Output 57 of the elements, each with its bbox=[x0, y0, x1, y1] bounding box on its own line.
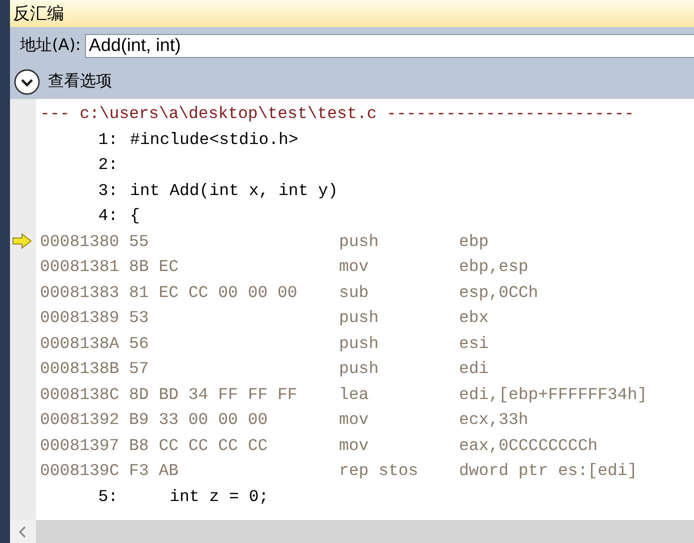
source-line: { bbox=[130, 206, 140, 226]
mnemonic: lea bbox=[339, 384, 370, 404]
window-title: 反汇编 bbox=[13, 3, 64, 25]
instruction-address: 0008138B bbox=[40, 359, 120, 378]
instruction-address: 00081397 bbox=[40, 436, 120, 455]
instruction-address: 0008138A bbox=[40, 334, 120, 353]
instruction-address: 00081383 bbox=[40, 282, 120, 302]
mnemonic: push bbox=[339, 232, 380, 251]
instruction-bytes: 55 bbox=[129, 232, 150, 251]
instruction-bytes: B9 33 00 00 00 bbox=[129, 410, 269, 430]
instruction-address: 0008138C bbox=[40, 384, 120, 404]
instruction-address: 00081389 bbox=[40, 308, 120, 328]
operands: edi bbox=[459, 359, 489, 378]
line-number: 5: bbox=[97, 486, 118, 506]
operands: edi,[ebp+FFFFFF34h] bbox=[459, 384, 648, 404]
instruction-bytes: 81 EC CC 00 00 00 bbox=[129, 282, 298, 302]
view-options-label[interactable]: 查看选项 bbox=[48, 71, 112, 92]
operands: dword ptr es:[edi] bbox=[459, 461, 638, 480]
mnemonic: sub bbox=[339, 282, 370, 302]
source-line: int z = 0; bbox=[168, 486, 269, 506]
line-number: 1: bbox=[97, 130, 118, 149]
horizontal-scrollbar[interactable] bbox=[10, 520, 694, 543]
instruction-bytes: 53 bbox=[129, 308, 150, 328]
operands: ebp,esp bbox=[459, 257, 528, 276]
instruction-bytes: 57 bbox=[129, 359, 150, 378]
mnemonic: mov bbox=[339, 410, 370, 430]
address-field[interactable]: Add(int, int) bbox=[84, 34, 694, 58]
operands: ebx bbox=[459, 308, 489, 328]
instruction-address: 0008139C bbox=[40, 461, 120, 480]
mnemonic: rep stos bbox=[339, 461, 420, 480]
instruction-bytes: F3 AB bbox=[129, 461, 180, 480]
instruction-address: 00081392 bbox=[40, 410, 120, 430]
source-line: #include<stdio.h> bbox=[130, 130, 298, 149]
mnemonic: mov bbox=[339, 436, 370, 455]
line-number: 3: bbox=[97, 180, 118, 200]
chevron-down-icon[interactable] bbox=[14, 68, 40, 94]
operands: ecx,33h bbox=[459, 410, 528, 430]
instruction-address: 00081381 bbox=[40, 257, 120, 276]
line-number: 4: bbox=[97, 206, 118, 226]
line-number: 2: bbox=[97, 155, 118, 174]
operands: esi bbox=[459, 334, 489, 353]
mnemonic: push bbox=[339, 334, 380, 353]
operands: eax,0CCCCCCCCh bbox=[459, 436, 598, 455]
instruction-bytes: 8B EC bbox=[129, 257, 180, 276]
instruction-bytes: 56 bbox=[129, 334, 150, 353]
instruction-bytes: 8D BD 34 FF FF FF bbox=[129, 384, 298, 404]
source-line: int Add(int x, int y) bbox=[130, 180, 338, 200]
file-header: --- c:\users\a\desktop\test\test.c ------------------------- bbox=[40, 104, 634, 124]
mnemonic: push bbox=[339, 359, 380, 378]
address-label: 地址(A): bbox=[20, 35, 81, 56]
instruction-bytes: B8 CC CC CC CC bbox=[129, 436, 269, 455]
mnemonic: mov bbox=[339, 257, 370, 276]
operands: ebp bbox=[459, 232, 489, 251]
instruction-address: 00081380 bbox=[40, 232, 120, 251]
scroll-left-icon[interactable] bbox=[10, 520, 36, 543]
operands: esp,0CCh bbox=[459, 282, 538, 302]
mnemonic: push bbox=[339, 308, 380, 328]
